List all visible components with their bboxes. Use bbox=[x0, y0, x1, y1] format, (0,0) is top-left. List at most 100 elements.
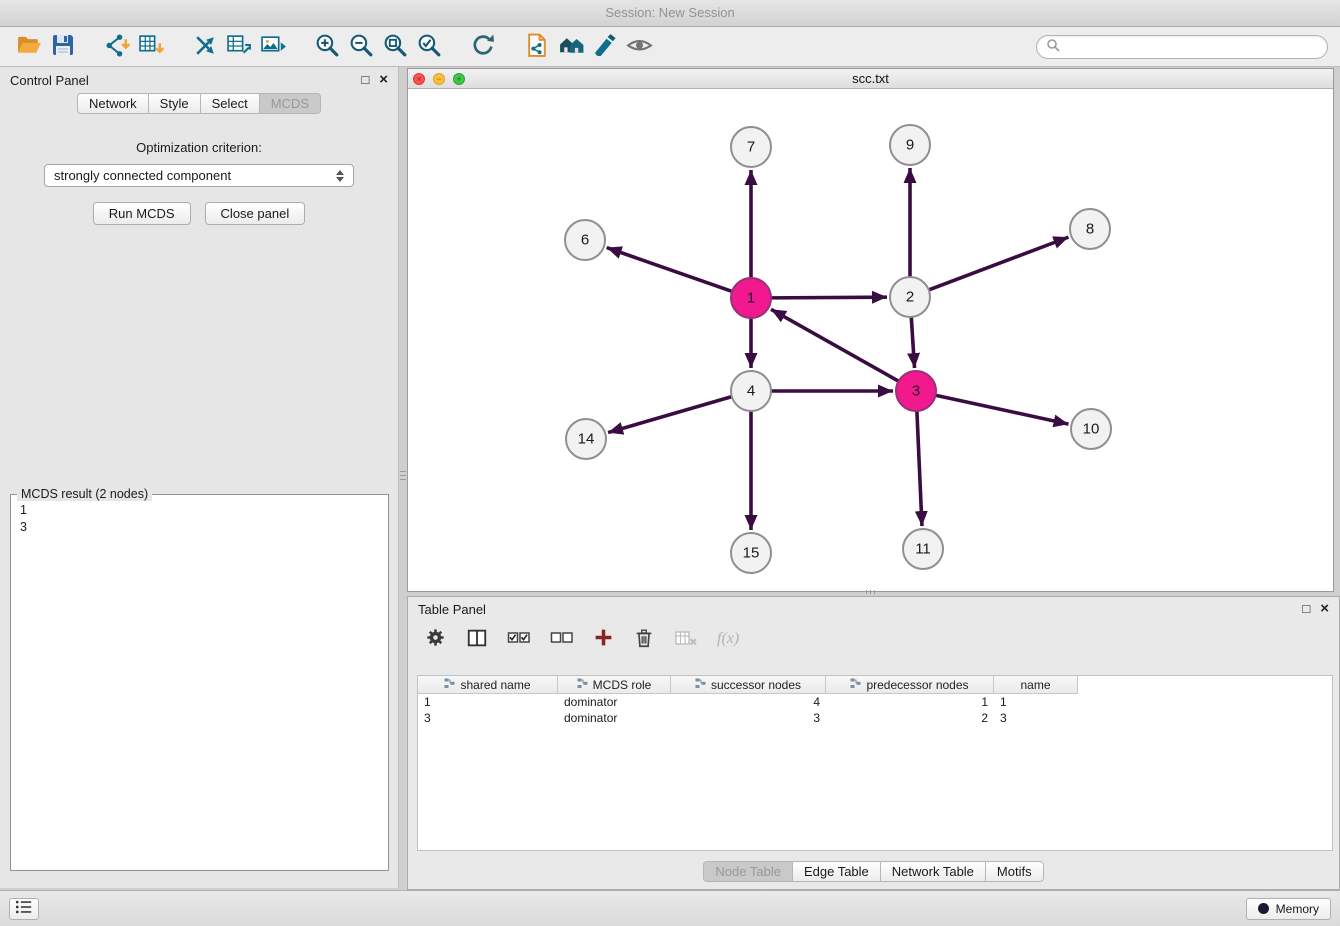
cell-shared-name[interactable]: 3 bbox=[418, 711, 558, 725]
vertical-splitter-handle[interactable] bbox=[399, 461, 407, 489]
network-window-titlebar: scc.txt × − + bbox=[408, 69, 1333, 89]
new-network-button[interactable] bbox=[188, 31, 222, 63]
node-15[interactable]: 15 bbox=[731, 533, 771, 573]
cell-name[interactable]: 3 bbox=[994, 711, 1078, 725]
zoom-selected-button[interactable] bbox=[412, 31, 446, 63]
zoom-fit-button[interactable] bbox=[378, 31, 412, 63]
panel-menu-button[interactable] bbox=[9, 898, 39, 920]
cell-name[interactable]: 1 bbox=[994, 695, 1078, 709]
column-header-shared-name[interactable]: shared name bbox=[418, 676, 558, 694]
cell-successor-nodes[interactable]: 4 bbox=[671, 695, 826, 709]
node-9[interactable]: 9 bbox=[890, 125, 930, 165]
close-panel-button[interactable]: Close panel bbox=[205, 202, 306, 225]
refresh-layout-button[interactable] bbox=[466, 31, 500, 63]
export-image-button[interactable] bbox=[256, 31, 290, 63]
create-column-button[interactable] bbox=[593, 627, 614, 651]
float-table-panel-icon[interactable]: □ bbox=[1302, 602, 1310, 616]
node-3[interactable]: 3 bbox=[896, 371, 936, 411]
network-from-document-button[interactable] bbox=[520, 31, 554, 63]
show-columns-button[interactable] bbox=[466, 627, 488, 652]
node-6[interactable]: 6 bbox=[565, 220, 605, 260]
criterion-dropdown[interactable]: strongly connected component bbox=[44, 164, 354, 187]
edge-4-14[interactable] bbox=[608, 397, 732, 433]
column-header-successor-nodes[interactable]: successor nodes bbox=[671, 676, 826, 694]
tab-mcds[interactable]: MCDS bbox=[259, 93, 321, 114]
cell-predecessor-nodes[interactable]: 2 bbox=[826, 711, 994, 725]
float-panel-icon[interactable]: □ bbox=[361, 73, 369, 87]
edge-3-10[interactable] bbox=[936, 395, 1069, 424]
open-session-button[interactable] bbox=[12, 31, 46, 63]
edge-1-2[interactable] bbox=[771, 297, 887, 298]
criterion-value: strongly connected component bbox=[54, 168, 231, 183]
tab-select[interactable]: Select bbox=[200, 93, 260, 114]
edge-2-8[interactable] bbox=[929, 237, 1069, 290]
tab-edge-table[interactable]: Edge Table bbox=[792, 861, 881, 882]
first-neighbors-button[interactable] bbox=[554, 31, 588, 63]
zoom-out-icon bbox=[348, 32, 375, 62]
import-table-button[interactable] bbox=[134, 31, 168, 63]
node-7[interactable]: 7 bbox=[731, 127, 771, 167]
import-network-icon bbox=[104, 32, 131, 62]
close-panel-icon[interactable]: × bbox=[379, 73, 388, 87]
column-header-mcds-role[interactable]: MCDS role bbox=[558, 676, 671, 694]
node-1[interactable]: 1 bbox=[731, 278, 771, 318]
delete-column-button[interactable] bbox=[633, 627, 655, 652]
mcds-result-title: MCDS result (2 nodes) bbox=[17, 487, 152, 501]
tab-network[interactable]: Network bbox=[77, 93, 149, 114]
image-export-icon bbox=[260, 32, 287, 62]
export-table-button[interactable] bbox=[222, 31, 256, 63]
zoom-in-button[interactable] bbox=[310, 31, 344, 63]
run-mcds-button[interactable]: Run MCDS bbox=[93, 202, 191, 225]
edge-1-6[interactable] bbox=[607, 248, 732, 292]
node-14[interactable]: 14 bbox=[566, 419, 606, 459]
save-session-button[interactable] bbox=[46, 31, 80, 63]
cell-shared-name[interactable]: 1 bbox=[418, 695, 558, 709]
tab-style[interactable]: Style bbox=[148, 93, 201, 114]
cell-successor-nodes[interactable]: 3 bbox=[671, 711, 826, 725]
mcds-result-box: MCDS result (2 nodes) 1 3 bbox=[10, 494, 389, 871]
deselect-all-columns-icon[interactable] bbox=[550, 626, 574, 653]
table-row[interactable]: 3 dominator 3 2 3 bbox=[418, 710, 1332, 726]
edge-3-1[interactable] bbox=[771, 309, 899, 381]
edge-3-11[interactable] bbox=[917, 411, 922, 526]
horizontal-splitter-handle[interactable] bbox=[860, 589, 880, 595]
memory-button[interactable]: Memory bbox=[1246, 898, 1331, 920]
svg-text:10: 10 bbox=[1083, 421, 1100, 438]
tab-motifs[interactable]: Motifs bbox=[985, 861, 1044, 882]
node-2[interactable]: 2 bbox=[890, 277, 930, 317]
cell-predecessor-nodes[interactable]: 1 bbox=[826, 695, 994, 709]
window-close-icon[interactable]: × bbox=[413, 73, 425, 85]
tab-node-table[interactable]: Node Table bbox=[703, 861, 793, 882]
select-all-columns-icon[interactable] bbox=[507, 626, 531, 653]
window-minimize-icon[interactable]: − bbox=[433, 73, 445, 85]
show-hide-button[interactable] bbox=[622, 31, 656, 63]
search-input[interactable] bbox=[1066, 39, 1318, 54]
window-zoom-icon[interactable]: + bbox=[453, 73, 465, 85]
import-table-icon bbox=[138, 32, 165, 62]
node-4[interactable]: 4 bbox=[731, 371, 771, 411]
cell-mcds-role[interactable]: dominator bbox=[558, 695, 671, 709]
status-bar: Memory bbox=[0, 890, 1340, 926]
mcds-result-list: 1 3 bbox=[11, 495, 388, 543]
network-graph[interactable]: 7 9 6 8 1 2 4 3 14 10 15 11 bbox=[408, 89, 1333, 591]
node-10[interactable]: 10 bbox=[1071, 409, 1111, 449]
node-11[interactable]: 11 bbox=[903, 529, 943, 569]
svg-text:7: 7 bbox=[747, 139, 755, 156]
node-8[interactable]: 8 bbox=[1070, 209, 1110, 249]
cell-mcds-role[interactable]: dominator bbox=[558, 711, 671, 725]
zoom-out-button[interactable] bbox=[344, 31, 378, 63]
table-panel: Table Panel □ × f(x) shared name MCDS ro… bbox=[407, 596, 1340, 890]
tab-network-table[interactable]: Network Table bbox=[880, 861, 986, 882]
paint-style-button[interactable] bbox=[588, 31, 622, 63]
svg-text:9: 9 bbox=[906, 137, 914, 154]
close-table-panel-icon[interactable]: × bbox=[1320, 602, 1329, 616]
edge-2-3[interactable] bbox=[911, 317, 914, 368]
column-header-predecessor-nodes[interactable]: predecessor nodes bbox=[826, 676, 994, 694]
table-settings-button[interactable] bbox=[424, 626, 447, 652]
import-network-button[interactable] bbox=[100, 31, 134, 63]
column-header-name[interactable]: name bbox=[994, 676, 1078, 694]
search-icon bbox=[1046, 38, 1060, 55]
table-row[interactable]: 1 dominator 4 1 1 bbox=[418, 694, 1332, 710]
search-box[interactable] bbox=[1036, 35, 1328, 59]
document-share-icon bbox=[524, 32, 551, 62]
